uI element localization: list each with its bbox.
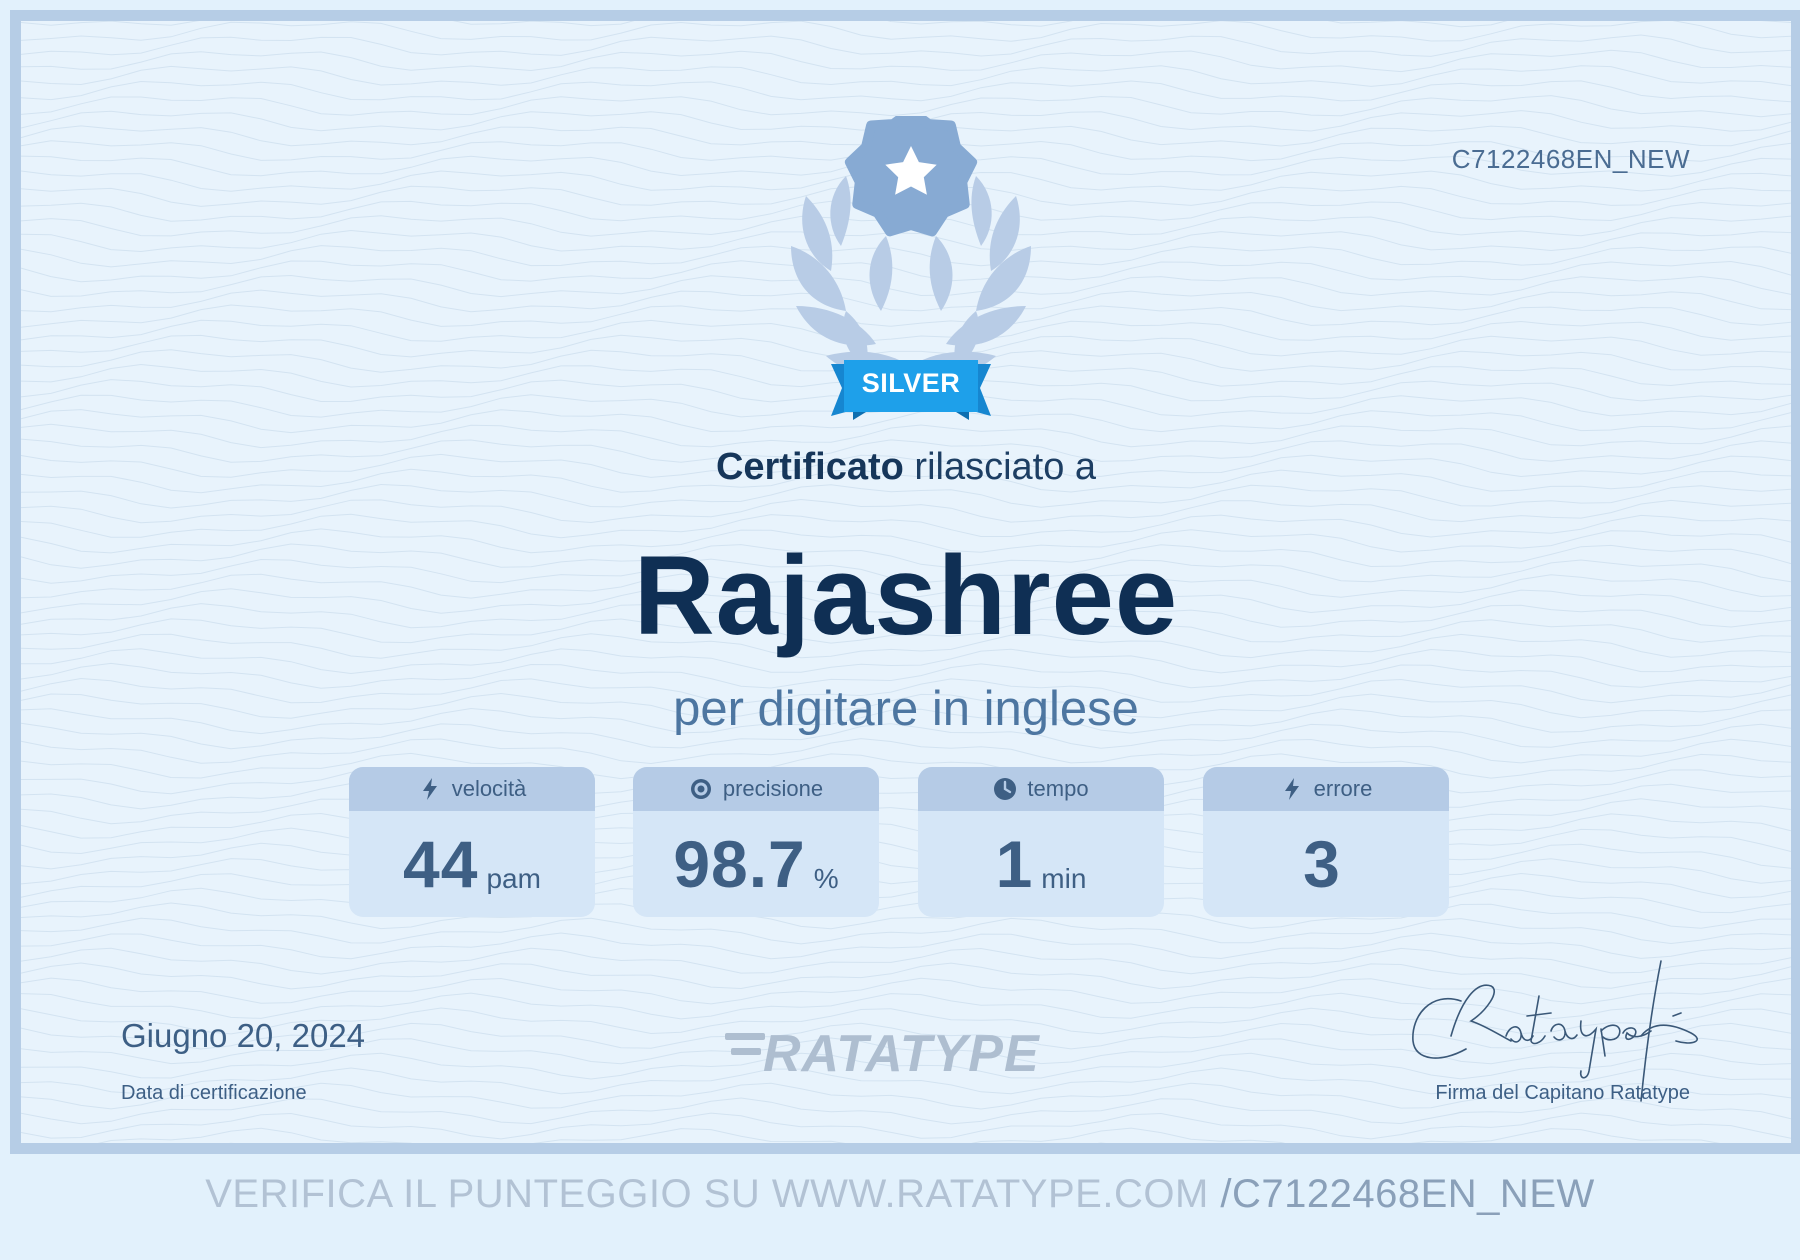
recipient-name: Rajashree — [633, 533, 1179, 658]
verify-code: /C7122468EN_NEW — [1220, 1172, 1595, 1216]
stat-label: tempo — [1027, 776, 1089, 801]
stat-card-errors: errore 3 — [1203, 767, 1449, 917]
stat-label: errore — [1313, 776, 1373, 801]
stat-card-accuracy: precisione 98.7 % — [633, 767, 879, 917]
clock-icon — [994, 778, 1017, 800]
stat-label: velocità — [451, 776, 527, 801]
logo-text: RATATYPE — [763, 1025, 1040, 1083]
target-icon — [690, 779, 711, 799]
verify-prefix: VERIFICA IL PUNTEGGIO SU WWW.RATATYPE.CO… — [205, 1172, 1221, 1216]
verify-score-link[interactable]: VERIFICA IL PUNTEGGIO SU WWW.RATATYPE.CO… — [0, 1172, 1800, 1217]
stat-card-time: tempo 1 min — [918, 767, 1164, 917]
stats-row: velocità 44 pam precisione 98.7 % tempo — [349, 767, 1463, 917]
issued-to-line: Certificato rilasciato a — [21, 446, 1791, 489]
certification-date: Giugno 20, 2024 — [121, 1017, 366, 1054]
lightning-icon — [422, 778, 437, 800]
stat-value: 98.7 — [673, 827, 806, 901]
stat-unit: pam — [486, 863, 541, 894]
certificate-frame: C7122468EN_NEW SILVER Certificato rilasc… — [10, 10, 1800, 1154]
stat-unit: min — [1041, 863, 1087, 894]
certificate-subject: per digitare in inglese — [673, 682, 1139, 736]
stat-card-speed: velocità 44 pam — [349, 767, 595, 917]
certification-date-label: Data di certificazione — [121, 1082, 307, 1104]
lightning-icon — [1284, 778, 1299, 800]
stat-value: 44 — [403, 827, 479, 901]
stat-value: 3 — [1303, 827, 1341, 901]
logo-speed-lines-icon — [725, 1033, 765, 1055]
stat-value: 1 — [995, 827, 1034, 901]
ratatype-logo: RATATYPE — [721, 1024, 1091, 1084]
award-emblem: SILVER — [726, 106, 1096, 426]
certificate-id: C7122468EN_NEW — [1451, 144, 1690, 174]
issued-rest: rilasciato a — [903, 446, 1097, 488]
signature-label: Firma del Capitano Ratatype — [1435, 1082, 1690, 1104]
badge-level: SILVER — [861, 368, 961, 398]
stat-label: precisione — [722, 776, 824, 801]
stat-unit: % — [813, 863, 839, 894]
issued-bold: Certificato — [715, 446, 904, 488]
